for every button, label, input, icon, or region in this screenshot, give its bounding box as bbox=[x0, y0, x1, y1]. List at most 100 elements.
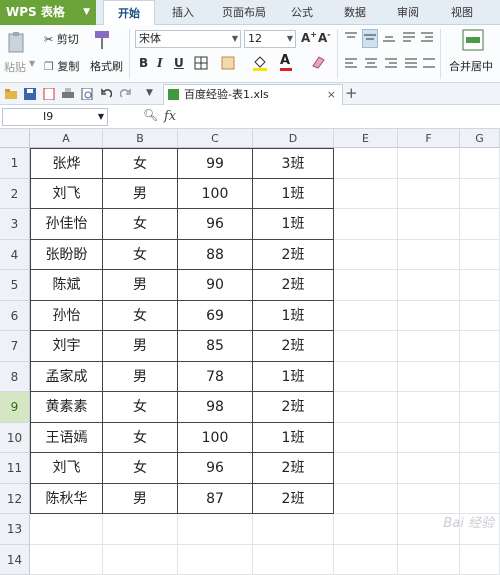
row-header-2[interactable]: 2 bbox=[0, 179, 30, 210]
wrap-text-icon[interactable] bbox=[402, 31, 416, 46]
cell-e12[interactable] bbox=[334, 484, 398, 515]
align-top-icon[interactable] bbox=[344, 31, 358, 46]
column-header-b[interactable]: B bbox=[103, 129, 178, 148]
justify-icon[interactable] bbox=[404, 57, 418, 72]
chevron-down-icon[interactable]: ▼ bbox=[146, 88, 158, 100]
cell-b10[interactable]: 女 bbox=[103, 423, 178, 454]
cell-d1[interactable]: 3班 bbox=[253, 148, 334, 179]
cell-d14[interactable] bbox=[253, 545, 334, 575]
indent-icon[interactable] bbox=[420, 31, 434, 46]
cell-f14[interactable] bbox=[398, 545, 460, 575]
row-header-4[interactable]: 4 bbox=[0, 240, 30, 271]
export-pdf-icon[interactable] bbox=[43, 88, 55, 100]
row-header-14[interactable]: 14 bbox=[0, 545, 30, 575]
fill-color-icon[interactable] bbox=[252, 54, 268, 75]
cell-f9[interactable] bbox=[398, 392, 460, 423]
bold-icon[interactable]: B bbox=[139, 56, 148, 70]
cell-b3[interactable]: 女 bbox=[103, 209, 178, 240]
cell-c10[interactable]: 100 bbox=[178, 423, 253, 454]
cell-a13[interactable] bbox=[30, 514, 103, 545]
row-header-11[interactable]: 11 bbox=[0, 453, 30, 484]
cell-a1[interactable]: 张烨 bbox=[30, 148, 103, 179]
new-tab-button[interactable]: + bbox=[345, 84, 358, 102]
cell-b14[interactable] bbox=[103, 545, 178, 575]
cell-d5[interactable]: 2班 bbox=[253, 270, 334, 301]
tab-insert[interactable]: 插入 bbox=[160, 0, 206, 25]
cell-c5[interactable]: 90 bbox=[178, 270, 253, 301]
cell-e9[interactable] bbox=[334, 392, 398, 423]
cell-b5[interactable]: 男 bbox=[103, 270, 178, 301]
tab-page-layout[interactable]: 页面布局 bbox=[212, 0, 276, 25]
cell-e8[interactable] bbox=[334, 362, 398, 393]
cell-e3[interactable] bbox=[334, 209, 398, 240]
chevron-down-icon[interactable]: ▼ bbox=[98, 109, 104, 125]
cell-b2[interactable]: 男 bbox=[103, 179, 178, 210]
cell-c6[interactable]: 69 bbox=[178, 301, 253, 332]
cell-e11[interactable] bbox=[334, 453, 398, 484]
tab-review[interactable]: 审阅 bbox=[386, 0, 430, 25]
cell-b12[interactable]: 男 bbox=[103, 484, 178, 515]
cell-e13[interactable] bbox=[334, 514, 398, 545]
tab-home[interactable]: 开始 bbox=[103, 0, 155, 26]
cell-e6[interactable] bbox=[334, 301, 398, 332]
underline-icon[interactable]: U bbox=[174, 56, 184, 70]
cell-e14[interactable] bbox=[334, 545, 398, 575]
distribute-icon[interactable] bbox=[422, 57, 436, 72]
borders-icon[interactable] bbox=[194, 56, 208, 73]
close-icon[interactable]: × bbox=[327, 85, 336, 104]
italic-icon[interactable]: I bbox=[157, 56, 163, 70]
cell-f10[interactable] bbox=[398, 423, 460, 454]
cell-f5[interactable] bbox=[398, 270, 460, 301]
cell-f4[interactable] bbox=[398, 240, 460, 271]
column-header-e[interactable]: E bbox=[334, 129, 398, 148]
cell-g3[interactable] bbox=[460, 209, 500, 240]
cell-g2[interactable] bbox=[460, 179, 500, 210]
cell-a14[interactable] bbox=[30, 545, 103, 575]
cell-b7[interactable]: 男 bbox=[103, 331, 178, 362]
cell-a6[interactable]: 孙怡 bbox=[30, 301, 103, 332]
row-header-10[interactable]: 10 bbox=[0, 423, 30, 454]
cell-g11[interactable] bbox=[460, 453, 500, 484]
tab-data[interactable]: 数据 bbox=[333, 0, 377, 25]
row-header-1[interactable]: 1 bbox=[0, 148, 30, 179]
cell-d9[interactable]: 2班 bbox=[253, 392, 334, 423]
cell-g12[interactable] bbox=[460, 484, 500, 515]
cell-e10[interactable] bbox=[334, 423, 398, 454]
merge-center-button[interactable]: 合并居中 bbox=[449, 58, 493, 74]
cell-d3[interactable]: 1班 bbox=[253, 209, 334, 240]
cell-a5[interactable]: 陈斌 bbox=[30, 270, 103, 301]
cell-g4[interactable] bbox=[460, 240, 500, 271]
cell-b8[interactable]: 男 bbox=[103, 362, 178, 393]
cell-d7[interactable]: 2班 bbox=[253, 331, 334, 362]
cell-a7[interactable]: 刘宇 bbox=[30, 331, 103, 362]
cell-b6[interactable]: 女 bbox=[103, 301, 178, 332]
merge-center-icon[interactable] bbox=[462, 29, 484, 54]
cell-f7[interactable] bbox=[398, 331, 460, 362]
open-folder-icon[interactable] bbox=[5, 88, 17, 100]
cell-a10[interactable]: 王语嫣 bbox=[30, 423, 103, 454]
cell-f3[interactable] bbox=[398, 209, 460, 240]
align-left-icon[interactable] bbox=[344, 57, 358, 72]
format-painter-button[interactable]: 格式刷 bbox=[90, 58, 123, 74]
cell-d8[interactable]: 1班 bbox=[253, 362, 334, 393]
cell-g8[interactable] bbox=[460, 362, 500, 393]
cell-a4[interactable]: 张盼盼 bbox=[30, 240, 103, 271]
cell-a9[interactable]: 黄素素 bbox=[30, 392, 103, 423]
row-header-12[interactable]: 12 bbox=[0, 484, 30, 515]
cell-d13[interactable] bbox=[253, 514, 334, 545]
cell-g1[interactable] bbox=[460, 148, 500, 179]
cell-e1[interactable] bbox=[334, 148, 398, 179]
row-header-5[interactable]: 5 bbox=[0, 270, 30, 301]
cell-d12[interactable]: 2班 bbox=[253, 484, 334, 515]
cell-c4[interactable]: 88 bbox=[178, 240, 253, 271]
align-bottom-icon[interactable] bbox=[382, 31, 396, 46]
cell-b11[interactable]: 女 bbox=[103, 453, 178, 484]
increase-font-icon[interactable]: A+ bbox=[301, 30, 317, 45]
cell-e5[interactable] bbox=[334, 270, 398, 301]
print-preview-icon[interactable] bbox=[81, 88, 93, 100]
clear-format-icon[interactable] bbox=[310, 55, 326, 72]
cell-g6[interactable] bbox=[460, 301, 500, 332]
cell-g7[interactable] bbox=[460, 331, 500, 362]
cell-f12[interactable] bbox=[398, 484, 460, 515]
align-center-icon[interactable] bbox=[364, 57, 378, 72]
